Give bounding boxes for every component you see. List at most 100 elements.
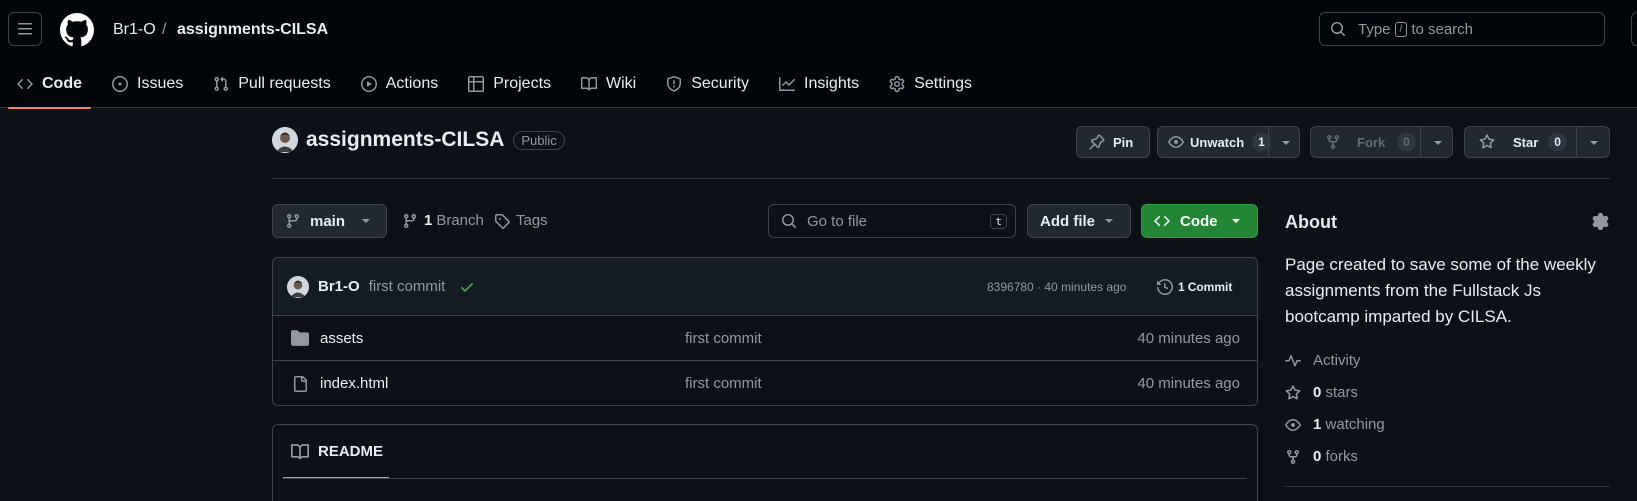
chevron-down-icon[interactable]: [1434, 141, 1442, 145]
branch-name: main: [310, 212, 346, 230]
tab-label: Security: [691, 75, 750, 92]
go-to-file-input[interactable]: Go to file t: [768, 204, 1016, 238]
tab-label: Actions: [385, 75, 439, 92]
go-to-file-placeholder: Go to file: [807, 212, 868, 230]
tab-label: Insights: [804, 75, 860, 92]
check-icon[interactable]: [459, 279, 475, 295]
branch-icon: [403, 213, 416, 228]
commits-count: 1: [1178, 279, 1185, 294]
commit-message[interactable]: first commit: [369, 278, 446, 295]
about-heading: About: [1285, 212, 1337, 232]
pin-button[interactable]: Pin: [1076, 126, 1150, 158]
tab-wiki[interactable]: Wiki: [572, 60, 645, 108]
star-button[interactable]: Star 0: [1464, 126, 1610, 158]
history-icon: [1157, 278, 1173, 295]
tab-label: Projects: [493, 75, 552, 92]
stars-label: stars: [1325, 384, 1359, 401]
chevron-down-icon[interactable]: [1282, 141, 1290, 145]
branch-selector[interactable]: main: [272, 204, 387, 238]
code-icon: [1154, 215, 1170, 227]
branch-count: 1: [424, 212, 433, 229]
pin-label: Pin: [1113, 134, 1134, 150]
tab-settings[interactable]: Settings: [880, 60, 981, 108]
gear-icon[interactable]: [1592, 213, 1609, 230]
table-icon: [468, 76, 485, 92]
unwatch-button[interactable]: Unwatch 1: [1157, 126, 1300, 158]
watchers-link[interactable]: 1 watching: [1285, 416, 1385, 433]
hamburger-icon: [18, 23, 32, 35]
search-input[interactable]: Type / to search: [1319, 12, 1605, 46]
menu-button[interactable]: [8, 12, 42, 46]
fork-button[interactable]: Fork 0: [1310, 126, 1453, 158]
file-name[interactable]: assets: [320, 330, 363, 347]
file-commit-time: 40 minutes ago: [1137, 329, 1240, 347]
eye-icon: [1285, 418, 1301, 431]
latest-commit-row: Br1-O first commit 8396780 · 40 minutes …: [273, 258, 1257, 316]
activity-link[interactable]: Activity: [1285, 352, 1361, 369]
chevron-down-icon: [1231, 219, 1240, 223]
gear-icon: [889, 76, 905, 92]
tab-label: Wiki: [606, 75, 637, 92]
commit-author-avatar[interactable]: [287, 275, 309, 298]
github-logo-icon[interactable]: [60, 13, 94, 47]
global-header: Br1-O / assignments-CILSA Type / to sear…: [0, 0, 1637, 109]
commit-hash-time[interactable]: 8396780 · 40 minutes ago: [987, 280, 1126, 294]
unwatch-label: Unwatch: [1190, 134, 1245, 150]
commit-author[interactable]: Br1-O: [318, 278, 360, 295]
breadcrumb-repo[interactable]: assignments-CILSA: [177, 19, 328, 41]
code-button[interactable]: Code: [1141, 204, 1258, 238]
owner-avatar[interactable]: [272, 127, 298, 153]
book-icon: [291, 443, 309, 459]
commits-history-link[interactable]: 1 Commit: [1157, 278, 1233, 295]
tab-label: Pull requests: [238, 75, 331, 92]
add-file-label: Add file: [1040, 212, 1095, 230]
tab-projects[interactable]: Projects: [459, 60, 560, 108]
header-action-button[interactable]: [1631, 12, 1637, 46]
readme-panel: README: [272, 424, 1258, 501]
readme-label: README: [318, 443, 384, 460]
file-commit-message[interactable]: first commit: [685, 330, 762, 347]
file-commit-time: 40 minutes ago: [1137, 375, 1240, 392]
divider: [272, 178, 1610, 179]
search-icon: [782, 214, 797, 229]
tab-actions[interactable]: Actions: [352, 60, 447, 108]
tab-pull-requests[interactable]: Pull requests: [204, 60, 340, 108]
star-counter: 0: [1548, 133, 1567, 151]
repo-title-bar: assignments-CILSA Public: [272, 127, 565, 153]
add-file-button[interactable]: Add file: [1027, 204, 1131, 238]
tab-issues[interactable]: Issues: [103, 60, 192, 108]
tab-label: Issues: [137, 75, 184, 92]
file-commit-message[interactable]: first commit: [685, 375, 762, 392]
repo-nav-tabs: Code Issues Pull requests Actions Projec…: [0, 60, 985, 109]
breadcrumb-owner[interactable]: Br1-O: [113, 19, 156, 41]
breadcrumb-separator: /: [162, 21, 167, 38]
file-icon: [294, 375, 307, 392]
tab-insights[interactable]: Insights: [770, 60, 868, 108]
forks-link[interactable]: 0 forks: [1285, 448, 1358, 465]
tab-code[interactable]: Code: [8, 60, 91, 109]
fork-icon: [1287, 449, 1299, 464]
tags-link[interactable]: Tags: [494, 212, 548, 229]
tab-label: Settings: [914, 75, 972, 92]
readme-tab[interactable]: README: [283, 425, 389, 479]
file-name[interactable]: index.html: [320, 375, 388, 392]
forks-label: forks: [1325, 448, 1359, 465]
file-row: assets first commit 40 minutes ago: [273, 316, 1257, 361]
tab-security[interactable]: Security: [657, 60, 758, 108]
fork-counter: 0: [1397, 133, 1416, 151]
stars-link[interactable]: 0 stars: [1285, 384, 1358, 401]
graph-icon: [779, 77, 796, 91]
repo-name[interactable]: assignments-CILSA: [306, 128, 504, 152]
tags-label: Tags: [516, 212, 548, 229]
go-to-file-shortcut: t: [990, 213, 1007, 229]
commits-label: Commit: [1187, 279, 1233, 294]
forks-count: 0: [1313, 448, 1322, 465]
branches-link[interactable]: 1 Branch: [402, 212, 484, 229]
chevron-down-icon[interactable]: [1590, 141, 1598, 145]
code-icon: [17, 78, 33, 90]
branch-icon: [286, 214, 299, 229]
repo-description: Page created to save some of the weekly …: [1285, 255, 1596, 326]
activity-label: Activity: [1313, 352, 1361, 369]
tab-label: Code: [42, 75, 82, 92]
chevron-down-icon: [1105, 219, 1113, 223]
